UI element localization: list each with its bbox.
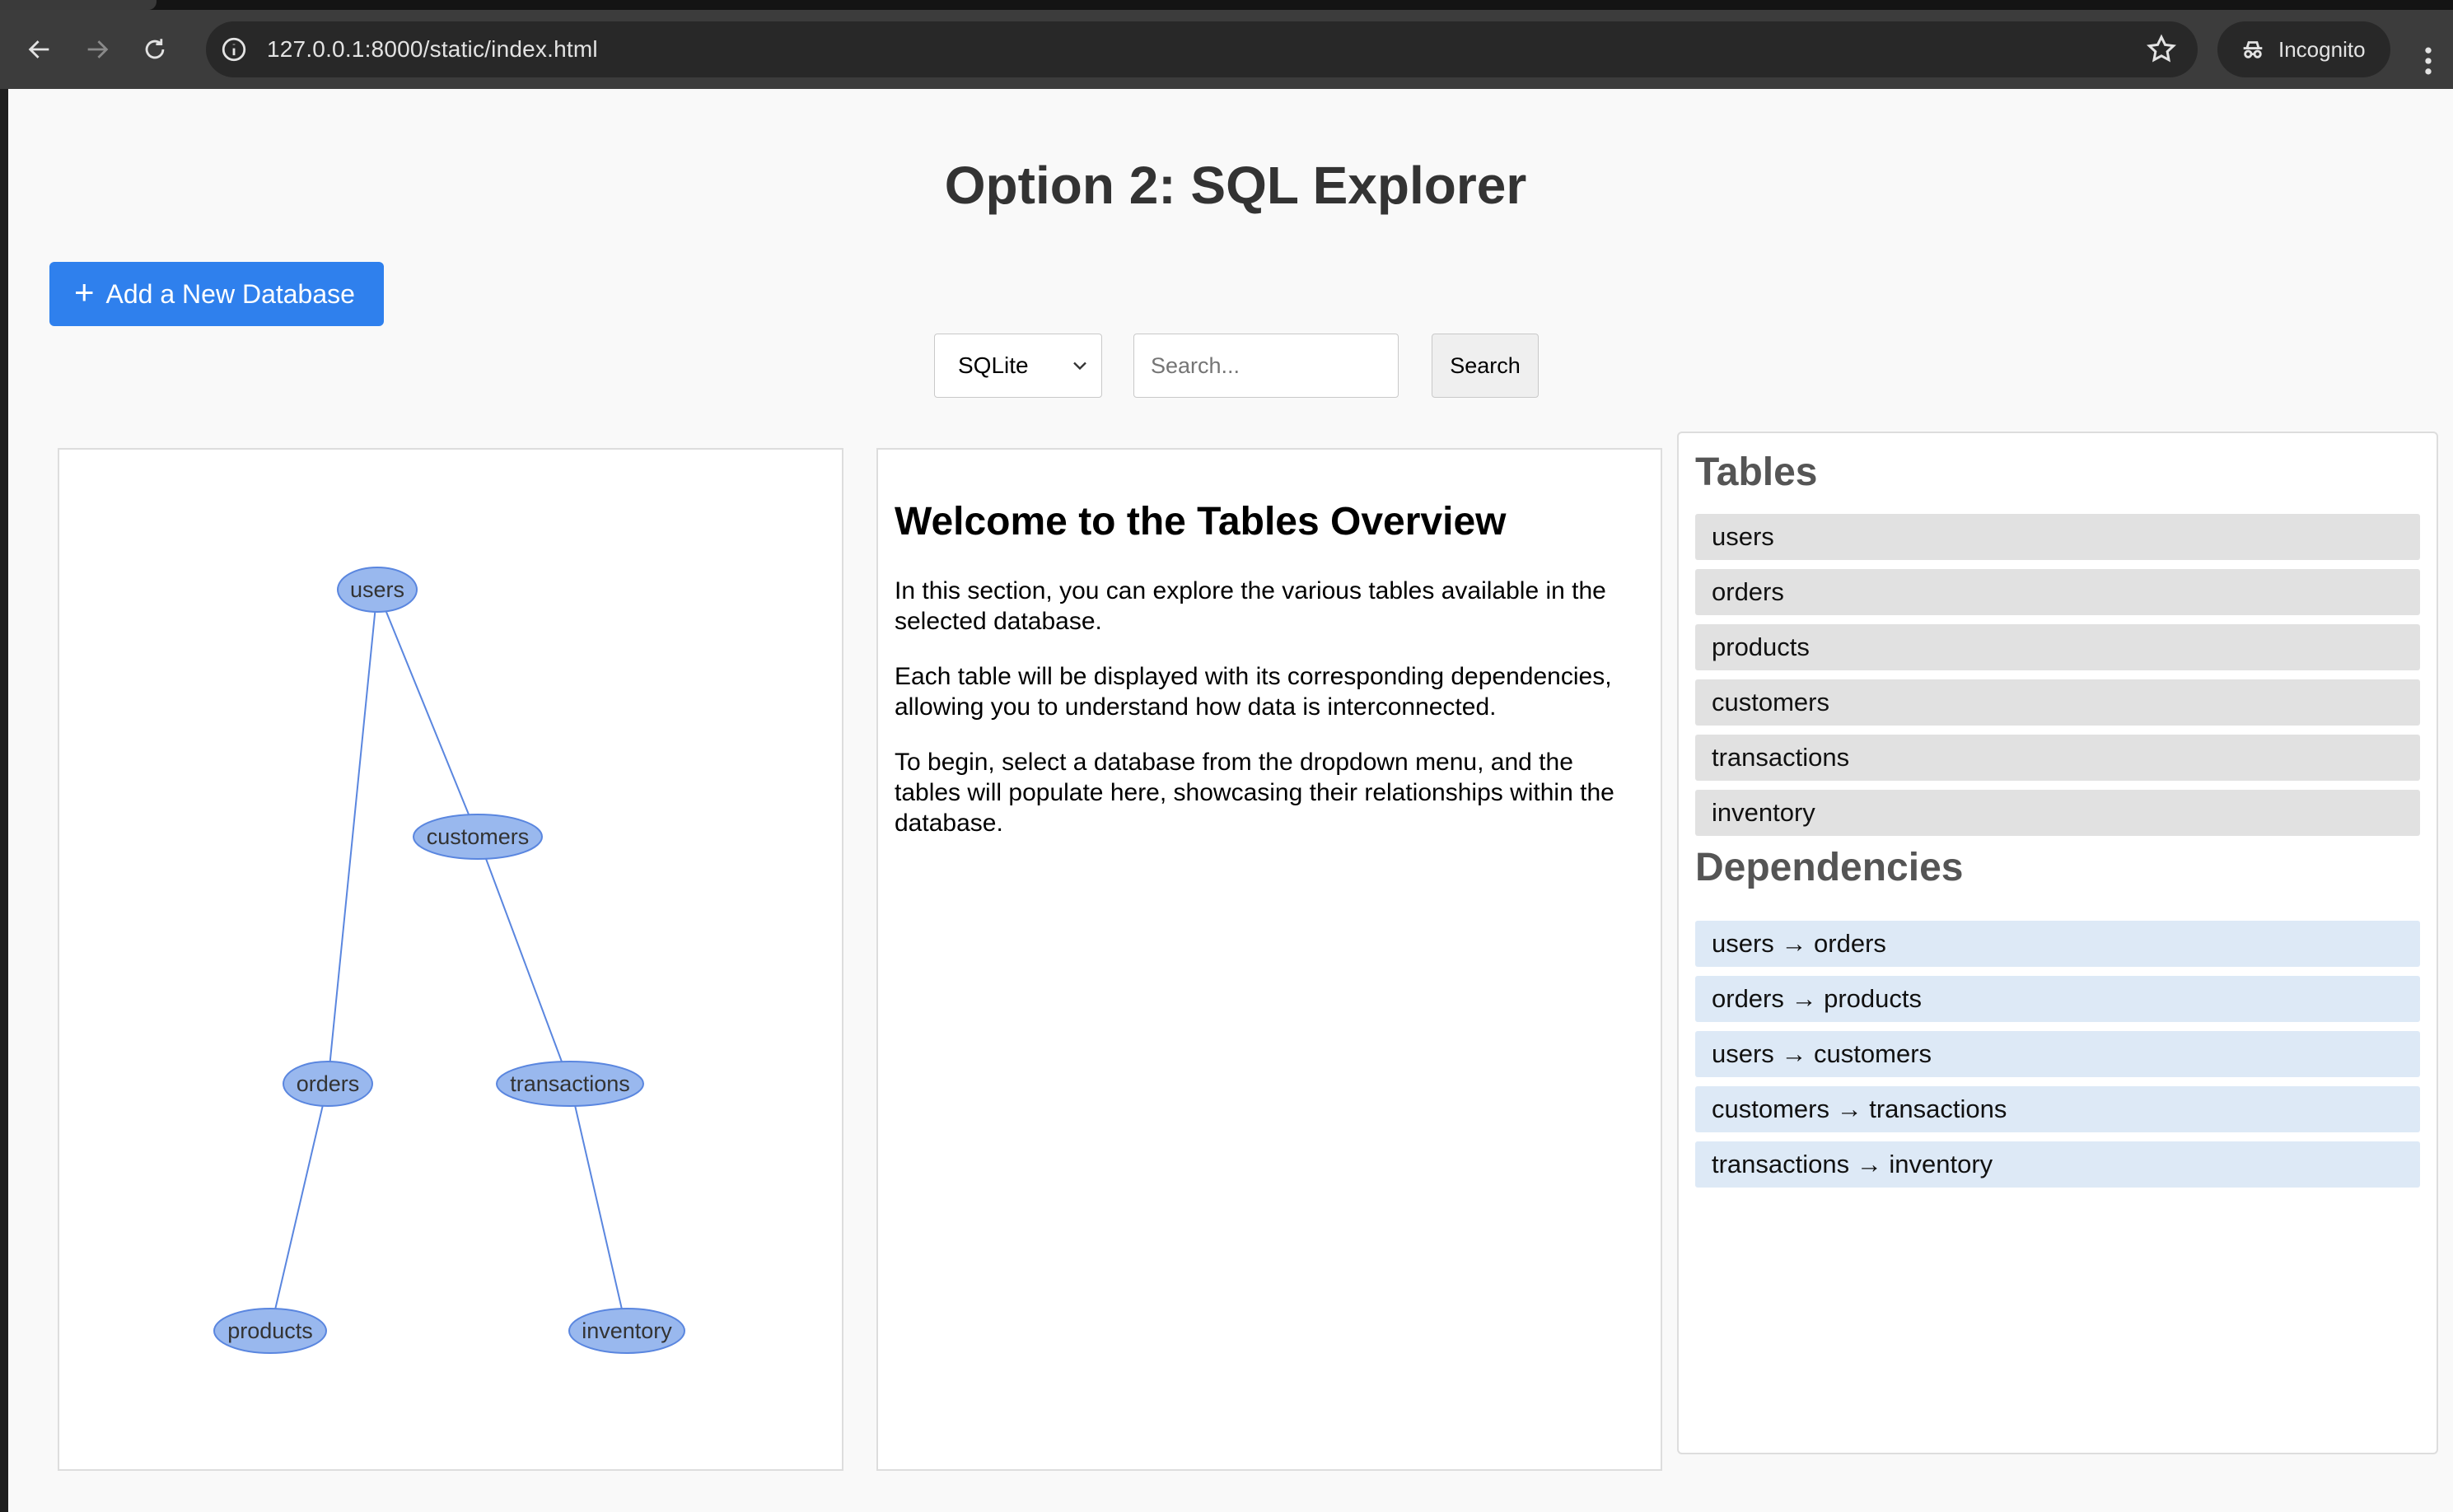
graph-node-label: transactions <box>510 1071 630 1096</box>
address-bar[interactable]: 127.0.0.1:8000/static/index.html <box>206 21 2198 77</box>
welcome-paragraph: To begin, select a database from the dro… <box>895 749 1614 837</box>
graph-edge-users-orders <box>327 589 378 1085</box>
incognito-badge[interactable]: Incognito <box>2217 21 2390 77</box>
table-item-users[interactable]: users <box>1695 514 2420 560</box>
dependency-graph: users customers orders transactions products… <box>213 567 685 1354</box>
graph-node-label: inventory <box>582 1318 672 1343</box>
dependency-item[interactable]: users → customers <box>1695 1031 2420 1077</box>
table-item-inventory[interactable]: inventory <box>1695 790 2420 836</box>
graph-edge-orders-products <box>269 1083 329 1332</box>
reload-icon <box>145 39 165 59</box>
welcome-paragraph: Each table will be displayed with its co… <box>895 663 1612 721</box>
table-item-orders[interactable]: orders <box>1695 569 2420 615</box>
page-title: Option 2: SQL Explorer <box>944 156 1527 215</box>
incognito-icon <box>2243 41 2263 58</box>
graph-node-label: customers <box>427 824 530 849</box>
welcome-title: Welcome to the Tables Overview <box>895 500 1507 544</box>
incognito-label: Incognito <box>2278 36 2366 62</box>
graph-node-label: orders <box>297 1071 360 1096</box>
forward-icon <box>87 40 109 58</box>
dependency-item[interactable]: users → orders <box>1695 921 2420 967</box>
page-viewport: Option 2: SQL Explorer + Add a New Datab… <box>8 89 2453 1512</box>
graph-node-transactions[interactable]: transactions <box>496 1061 644 1107</box>
site-info-icon[interactable] <box>219 35 249 64</box>
graph-edge-transactions-inventory <box>569 1083 628 1332</box>
dependency-item[interactable]: transactions → inventory <box>1695 1141 2420 1188</box>
dependency-graph-panel: users customers orders transactions products… <box>58 448 843 1471</box>
dependencies-list: users → orders orders → products users →… <box>1695 921 2420 1188</box>
search-input[interactable] <box>1133 334 1399 398</box>
graph-node-label: users <box>350 577 404 602</box>
graph-edge-users-customers <box>376 589 479 838</box>
url-text[interactable]: 127.0.0.1:8000/static/index.html <box>267 36 598 63</box>
graph-node-products[interactable]: products <box>213 1308 327 1354</box>
active-tab[interactable] <box>0 0 157 10</box>
graph-node-inventory[interactable]: inventory <box>568 1308 685 1354</box>
tab-strip <box>0 0 2453 10</box>
add-database-label: Add a New Database <box>105 278 355 309</box>
dependencies-heading: Dependencies <box>1695 846 1964 889</box>
table-item-customers[interactable]: customers <box>1695 679 2420 726</box>
chevron-down-icon <box>1073 362 1086 371</box>
graph-node-orders[interactable]: orders <box>283 1061 373 1107</box>
database-select[interactable]: SQLite <box>934 334 1102 398</box>
back-button[interactable] <box>20 30 59 69</box>
reload-button[interactable] <box>135 30 175 69</box>
add-database-button[interactable]: + Add a New Database <box>49 262 384 326</box>
database-select-value: SQLite <box>958 352 1029 378</box>
graph-node-customers[interactable]: customers <box>413 814 543 860</box>
dependency-item[interactable]: customers → transactions <box>1695 1086 2420 1132</box>
welcome-paragraph: In this section, you can explore the var… <box>895 577 1606 635</box>
forward-button[interactable] <box>77 30 117 69</box>
tables-heading: Tables <box>1695 450 1818 494</box>
bookmark-star-icon[interactable] <box>2145 33 2178 66</box>
window-edge <box>0 89 8 1512</box>
welcome-panel: Welcome to the Tables Overview In this s… <box>876 448 1662 1471</box>
tables-list: users orders products customers transact… <box>1695 514 2420 836</box>
dependency-item[interactable]: orders → products <box>1695 976 2420 1022</box>
plus-icon: + <box>74 273 95 311</box>
graph-edge-customers-transactions <box>477 836 571 1085</box>
graph-node-label: products <box>227 1318 313 1343</box>
graph-node-users[interactable]: users <box>337 567 418 613</box>
table-item-products[interactable]: products <box>1695 624 2420 670</box>
back-icon <box>28 40 49 58</box>
table-item-transactions[interactable]: transactions <box>1695 735 2420 781</box>
tables-panel: Tables users orders products customers t… <box>1677 432 2438 1454</box>
menu-kebab-icon[interactable] <box>2413 43 2443 79</box>
browser-toolbar: 127.0.0.1:8000/static/index.html Incogni… <box>0 10 2453 89</box>
search-button[interactable]: Search <box>1432 334 1539 398</box>
